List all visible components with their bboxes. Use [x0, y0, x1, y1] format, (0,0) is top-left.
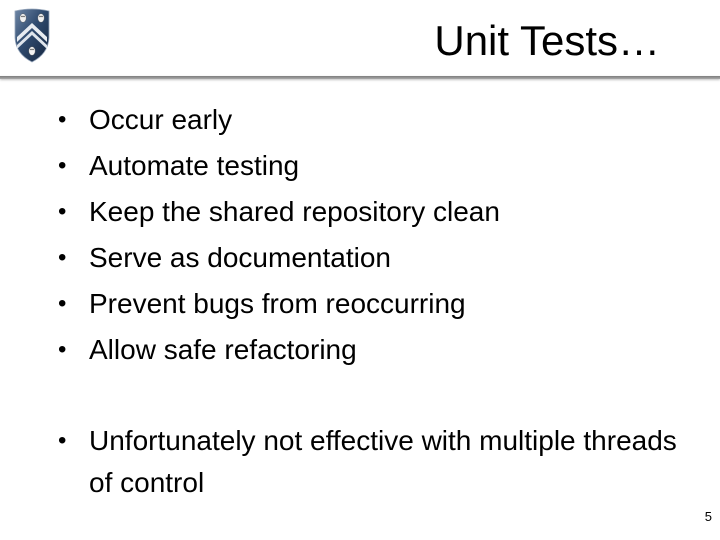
bullet-marker-icon: •	[58, 198, 67, 225]
bullet-text: Occur early	[89, 104, 233, 135]
bullet-text: Keep the shared repository clean	[89, 196, 500, 227]
university-shield-logo-icon	[14, 8, 50, 63]
bullet-text: Automate testing	[89, 150, 300, 181]
bullet-text: Prevent bugs from reoccurring	[89, 288, 466, 319]
bullet-marker-icon: •	[58, 427, 67, 454]
bullet-text: Allow safe refactoring	[89, 334, 357, 365]
slide-title: Unit Tests…	[434, 17, 660, 64]
slide: Unit Tests… • Occur early • Automate tes…	[0, 0, 720, 540]
bullet-text: Unfortunately not effective with multipl…	[89, 425, 677, 498]
bullet-text: Serve as documentation	[89, 242, 391, 273]
bullet-marker-icon: •	[58, 336, 67, 363]
bullet-marker-icon: •	[58, 290, 67, 317]
bullet-marker-icon: •	[58, 152, 67, 179]
secondary-bullet-list: • Unfortunately not effective with multi…	[0, 420, 689, 504]
bullet-item: • Unfortunately not effective with multi…	[0, 420, 689, 504]
page-number: 5	[704, 509, 712, 524]
bullet-marker-icon: •	[58, 244, 67, 271]
bullet-marker-icon: •	[58, 106, 67, 133]
title-divider	[0, 76, 720, 79]
